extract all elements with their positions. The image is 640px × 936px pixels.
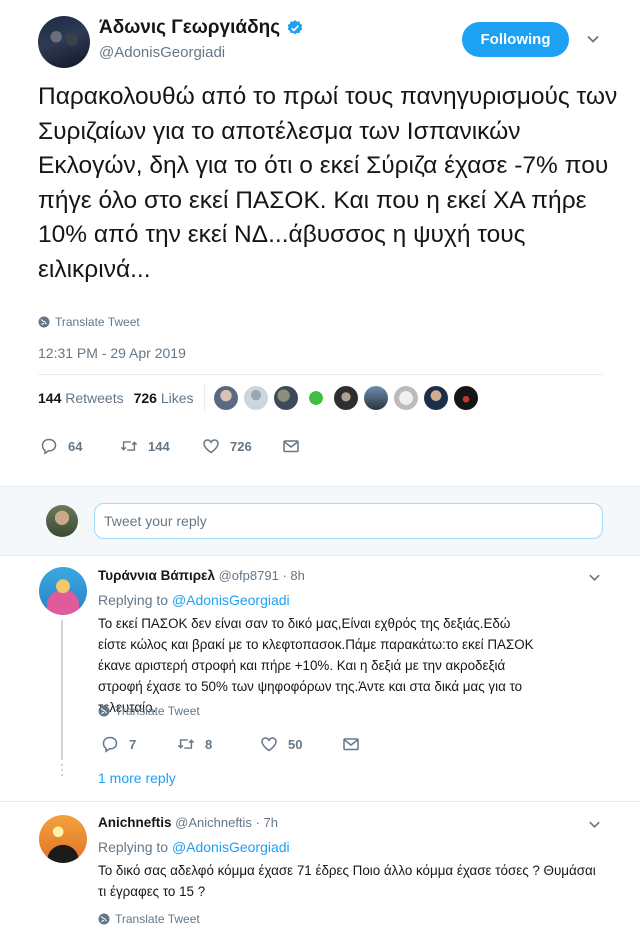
following-button[interactable]: Following xyxy=(462,22,569,57)
retweet-icon[interactable] xyxy=(120,437,138,455)
retweet-action[interactable]: 144 xyxy=(120,437,170,455)
translate-label[interactable]: Translate Tweet xyxy=(115,912,200,926)
reply-time[interactable]: · 7h xyxy=(256,815,278,830)
thread-line xyxy=(61,620,63,760)
globe-icon xyxy=(98,705,110,717)
likes-count[interactable]: 726 xyxy=(134,390,157,406)
liker-avatars xyxy=(214,386,478,410)
globe-icon xyxy=(98,913,110,925)
author-name-row[interactable]: Άδωνις Γεωργιάδης xyxy=(99,17,304,39)
tweet-text: Παρακολουθώ από το πρωί τους πανηγυρισμο… xyxy=(38,83,618,283)
replying-to: Replying to @AdonisGeorgiadi xyxy=(98,839,290,855)
chevron-down-icon[interactable] xyxy=(588,818,601,831)
liker-avatar[interactable] xyxy=(214,386,238,410)
replying-to: Replying to @AdonisGeorgiadi xyxy=(98,592,290,608)
likes-stat[interactable]: 726 Likes xyxy=(134,390,194,406)
liker-avatar[interactable] xyxy=(274,386,298,410)
reply-tweet[interactable]: Anichneftis @Anichneftis · 7h Replying t… xyxy=(0,802,640,936)
retweets-stat[interactable]: 144 Retweets xyxy=(38,390,124,406)
replying-prefix: Replying to xyxy=(98,839,169,855)
reply-action[interactable]: 7 xyxy=(101,735,136,753)
replying-to-handle[interactable]: @AdonisGeorgiadi xyxy=(172,592,290,608)
direct-message-action[interactable] xyxy=(282,437,300,455)
likes-label[interactable]: Likes xyxy=(161,390,194,406)
retweet-count: 8 xyxy=(205,736,213,752)
current-user-avatar xyxy=(46,505,78,537)
author-name[interactable]: Άδωνις Γεωργιάδης xyxy=(99,17,280,39)
direct-message-action[interactable] xyxy=(342,735,360,753)
author-avatar[interactable] xyxy=(38,16,90,68)
stats-separator xyxy=(204,384,205,412)
main-tweet: Άδωνις Γεωργιάδης @AdonisGeorgiadi Follo… xyxy=(0,0,640,486)
replying-to-handle[interactable]: @AdonisGeorgiadi xyxy=(172,839,290,855)
reply-action[interactable]: 64 xyxy=(40,437,82,455)
reply-icon[interactable] xyxy=(101,735,119,753)
liker-avatar[interactable] xyxy=(334,386,358,410)
reply-author-line[interactable]: Anichneftis @Anichneftis · 7h xyxy=(98,815,278,830)
translate-tweet-link[interactable]: Translate Tweet xyxy=(98,912,200,926)
reply-author-name[interactable]: Anichneftis xyxy=(98,815,172,830)
retweets-count[interactable]: 144 xyxy=(38,390,61,406)
divider xyxy=(38,374,603,375)
more-replies-link[interactable]: 1 more reply xyxy=(98,770,176,786)
like-action[interactable]: 50 xyxy=(260,735,302,753)
retweets-label[interactable]: Retweets xyxy=(65,390,123,406)
thread-dots xyxy=(58,764,66,779)
author-handle[interactable]: @AdonisGeorgiadi xyxy=(99,44,225,61)
replying-prefix: Replying to xyxy=(98,592,169,608)
reply-icon[interactable] xyxy=(40,437,58,455)
envelope-icon[interactable] xyxy=(282,437,300,455)
globe-icon xyxy=(38,316,50,328)
reply-count: 7 xyxy=(129,736,137,752)
translate-tweet-link[interactable]: Translate Tweet xyxy=(38,315,140,329)
retweet-action[interactable]: 8 xyxy=(177,735,212,753)
reply-text: Το δικό σας αδελφό κόμμα έχασε 71 έδρες … xyxy=(98,863,596,899)
reply-count: 64 xyxy=(68,438,83,454)
reply-composer: Tweet your reply xyxy=(0,486,640,556)
reply-author-line[interactable]: Τυράννια Βάπιρελ @ofp8791 · 8h xyxy=(98,568,305,583)
liker-avatar[interactable] xyxy=(424,386,448,410)
reply-author-avatar[interactable] xyxy=(39,567,87,615)
like-count: 50 xyxy=(288,736,303,752)
liker-avatar[interactable] xyxy=(304,386,328,410)
translate-label[interactable]: Translate Tweet xyxy=(55,315,140,329)
liker-avatar[interactable] xyxy=(394,386,418,410)
tweet-timestamp[interactable]: 12:31 PM - 29 Apr 2019 xyxy=(38,345,186,361)
chevron-down-icon[interactable] xyxy=(586,32,600,46)
heart-icon[interactable] xyxy=(202,437,220,455)
envelope-icon[interactable] xyxy=(342,735,360,753)
liker-avatar[interactable] xyxy=(364,386,388,410)
verified-badge-icon xyxy=(287,20,303,35)
liker-avatar[interactable] xyxy=(454,386,478,410)
retweet-count: 144 xyxy=(148,438,170,454)
liker-avatar[interactable] xyxy=(244,386,268,410)
retweet-icon[interactable] xyxy=(177,735,195,753)
reply-time[interactable]: · 8h xyxy=(282,568,304,583)
reply-input[interactable]: Tweet your reply xyxy=(94,503,603,539)
chevron-down-icon[interactable] xyxy=(588,571,601,584)
reply-text: Το εκεί ΠΑΣΟΚ δεν είναι σαν το δικό μας,… xyxy=(98,616,534,715)
like-action[interactable]: 726 xyxy=(202,437,252,455)
translate-label[interactable]: Translate Tweet xyxy=(115,704,200,718)
reply-author-avatar[interactable] xyxy=(39,815,87,863)
reply-author-name[interactable]: Τυράννια Βάπιρελ xyxy=(98,568,215,583)
like-count: 726 xyxy=(230,438,252,454)
reply-author-handle[interactable]: @ofp8791 xyxy=(219,568,279,583)
reply-tweet[interactable]: Τυράννια Βάπιρελ @ofp8791 · 8h Replying … xyxy=(0,556,640,802)
translate-tweet-link[interactable]: Translate Tweet xyxy=(98,704,200,718)
heart-icon[interactable] xyxy=(260,735,278,753)
reply-author-handle[interactable]: @Anichneftis xyxy=(175,815,252,830)
tweet-stats: 144 Retweets 726 Likes xyxy=(38,390,194,406)
